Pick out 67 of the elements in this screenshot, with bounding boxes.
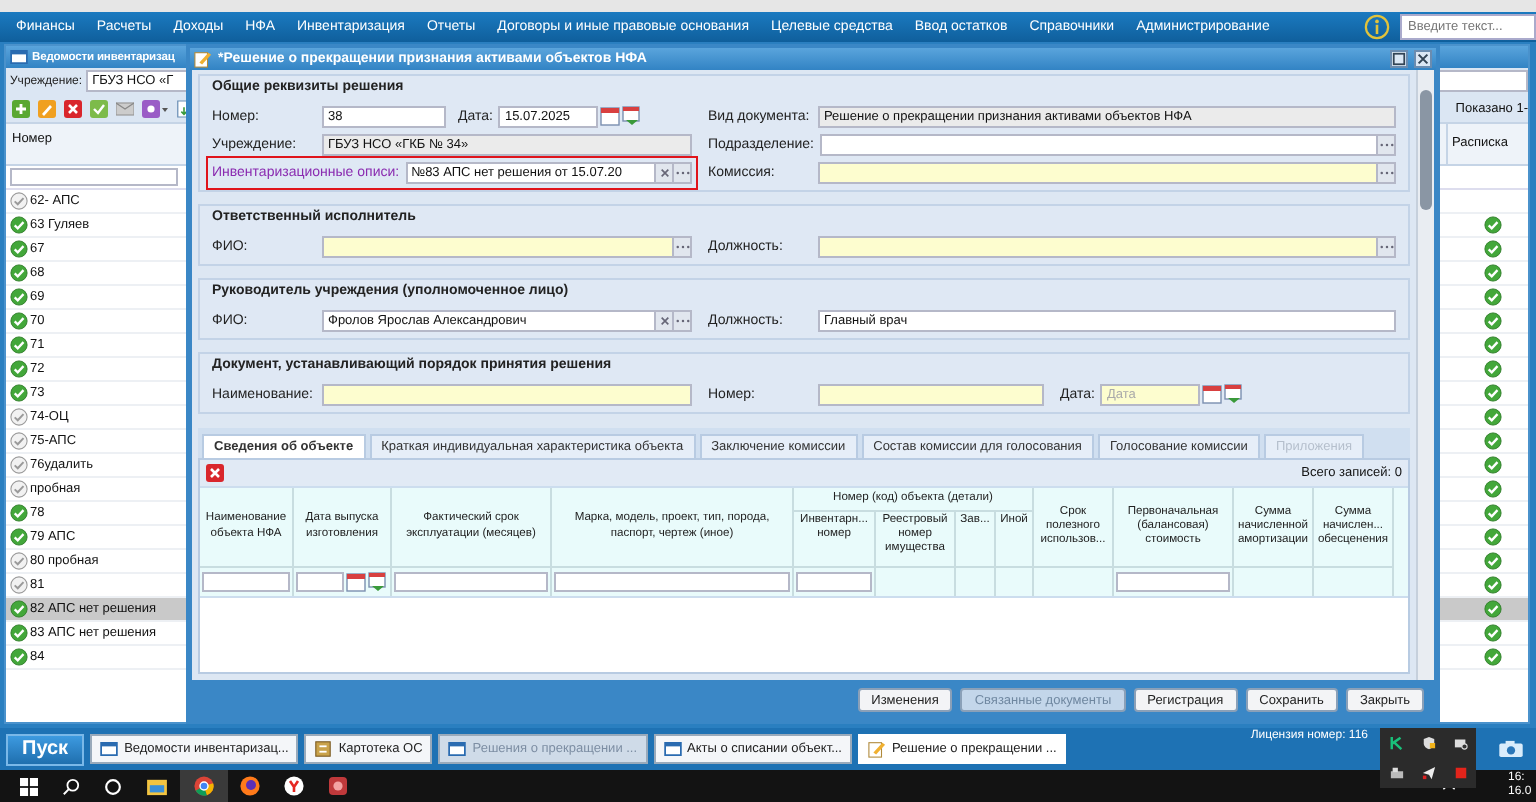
- text-field[interactable]: [322, 383, 692, 405]
- browser-icon[interactable]: [194, 776, 214, 796]
- calendar-icon[interactable]: [1202, 384, 1223, 404]
- approve-icon[interactable]: [90, 99, 108, 117]
- scrollbar[interactable]: [1416, 70, 1434, 680]
- close-icon: [1416, 52, 1430, 66]
- text-field[interactable]: [322, 235, 674, 257]
- folder-icon[interactable]: [146, 777, 168, 795]
- stop-icon[interactable]: [1453, 766, 1467, 780]
- filter-field[interactable]: [394, 572, 548, 592]
- window-icon: [10, 50, 28, 64]
- ellipsis-icon: [675, 169, 689, 175]
- app-icon[interactable]: [328, 776, 348, 796]
- tray-icon[interactable]: [1389, 766, 1403, 780]
- calendar-icon[interactable]: [346, 572, 366, 592]
- ellipsis-icon: [675, 243, 689, 249]
- filter-field[interactable]: [1116, 572, 1230, 592]
- note-icon: [194, 50, 212, 68]
- envelope-icon[interactable]: [116, 99, 134, 117]
- info-icon[interactable]: [1364, 14, 1390, 40]
- search-icon[interactable]: [62, 777, 80, 795]
- camera-icon[interactable]: [1498, 740, 1524, 758]
- ellipsis-icon: [675, 317, 689, 323]
- filter-field[interactable]: [10, 168, 178, 186]
- text-field[interactable]: [818, 161, 1378, 183]
- shield-icon[interactable]: [1421, 736, 1435, 750]
- close-button[interactable]: [1414, 50, 1432, 68]
- browser-icon[interactable]: [284, 776, 304, 796]
- calendar-icon[interactable]: [600, 106, 621, 126]
- maximize-button[interactable]: [1390, 50, 1408, 68]
- send-icon[interactable]: [1421, 766, 1435, 780]
- cross-icon: [659, 315, 669, 325]
- browser-icon[interactable]: [240, 776, 260, 796]
- maximize-icon: [1392, 52, 1406, 66]
- picker-button[interactable]: [1378, 235, 1396, 257]
- add-icon[interactable]: [12, 99, 30, 117]
- picker-button[interactable]: [674, 235, 692, 257]
- picker-button[interactable]: [1378, 161, 1396, 183]
- ellipsis-icon: [1379, 141, 1393, 147]
- window-icon: [100, 742, 119, 756]
- filter-field[interactable]: [554, 572, 790, 592]
- picker-button[interactable]: [674, 161, 692, 183]
- filter-field[interactable]: [296, 572, 344, 592]
- tray-icon[interactable]: [1389, 736, 1403, 750]
- text-field[interactable]: [819, 133, 1378, 155]
- tray-icon[interactable]: [1453, 736, 1467, 750]
- delete-icon[interactable]: [64, 99, 82, 117]
- picker-button[interactable]: [674, 309, 692, 331]
- start-button[interactable]: Пуск: [6, 733, 85, 765]
- window-icon: [448, 742, 467, 756]
- text-field[interactable]: [818, 235, 1378, 257]
- window-icon: [663, 742, 682, 756]
- windows-logo-icon[interactable]: [20, 777, 38, 795]
- text-field[interactable]: [818, 383, 1044, 405]
- filter-field[interactable]: [796, 572, 872, 592]
- circle-icon[interactable]: [104, 777, 122, 795]
- clear-button[interactable]: [656, 309, 674, 331]
- edit-icon[interactable]: [38, 99, 56, 117]
- note-icon: [868, 740, 886, 758]
- cross-icon: [659, 167, 669, 177]
- picker-button[interactable]: [1378, 133, 1396, 155]
- delete-icon[interactable]: [206, 464, 224, 482]
- ellipsis-icon: [1379, 243, 1393, 249]
- clear-button[interactable]: [656, 161, 674, 183]
- cabinet-icon: [314, 740, 333, 758]
- filter-field[interactable]: [202, 572, 290, 592]
- ellipsis-icon: [1379, 169, 1393, 175]
